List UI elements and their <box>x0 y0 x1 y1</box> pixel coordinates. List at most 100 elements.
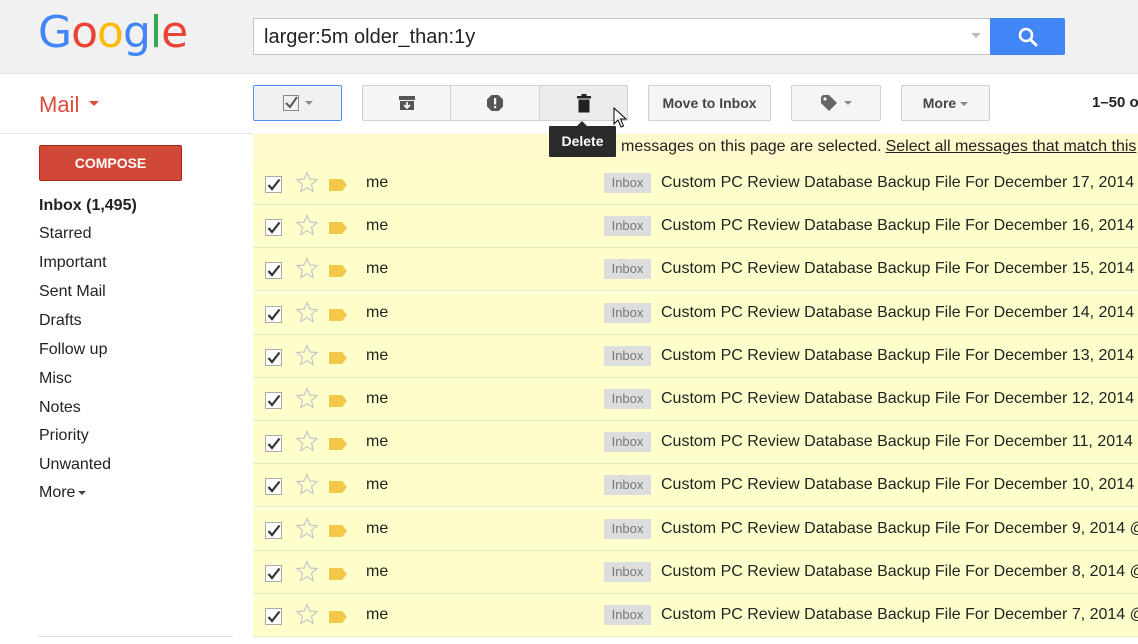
google-logo[interactable]: Google <box>38 8 188 58</box>
table-row[interactable]: me Inbox Custom PC Review Database Backup … <box>253 162 1138 205</box>
mail-caret-icon[interactable] <box>89 101 99 106</box>
row-checkbox[interactable] <box>265 219 282 236</box>
star-icon[interactable] <box>296 344 318 366</box>
star-icon[interactable] <box>296 387 318 409</box>
table-row[interactable]: me Inbox Custom PC Review Database Backup … <box>253 292 1138 335</box>
move-to-inbox-button[interactable]: Move to Inbox <box>648 85 771 121</box>
chevron-down-icon <box>844 101 852 105</box>
label-badge[interactable]: Inbox <box>604 173 651 193</box>
table-row[interactable]: me Inbox Custom PC Review Database Backup … <box>253 335 1138 378</box>
importance-marker-icon[interactable] <box>329 179 347 191</box>
row-checkbox[interactable] <box>265 306 282 323</box>
sidebar-item-starred[interactable]: Starred <box>39 225 91 243</box>
more-actions-label: More <box>922 95 957 111</box>
table-row[interactable]: me Inbox Custom PC Review Database Backup … <box>253 551 1138 594</box>
sidebar-item-notes[interactable]: Notes <box>39 399 81 417</box>
star-icon[interactable] <box>296 603 318 625</box>
label-badge[interactable]: Inbox <box>604 519 651 539</box>
importance-marker-icon[interactable] <box>329 352 347 364</box>
search-options-caret-icon[interactable] <box>971 33 981 38</box>
sidebar-item-priority[interactable]: Priority <box>39 427 89 445</box>
select-all-matching-link[interactable]: Select all messages that match this <box>886 138 1137 155</box>
importance-marker-icon[interactable] <box>329 395 347 407</box>
row-checkbox[interactable] <box>265 608 282 625</box>
star-icon[interactable] <box>296 517 318 539</box>
importance-marker-icon[interactable] <box>329 265 347 277</box>
delete-tooltip: Delete <box>549 121 616 157</box>
archive-button[interactable] <box>362 85 451 121</box>
sidebar-item-sent-mail[interactable]: Sent Mail <box>39 283 106 301</box>
label-badge[interactable]: Inbox <box>604 259 651 279</box>
star-icon[interactable] <box>296 473 318 495</box>
row-checkbox[interactable] <box>265 392 282 409</box>
table-row[interactable]: me Inbox Custom PC Review Database Backup … <box>253 421 1138 464</box>
sidebar-item-inbox[interactable]: Inbox (1,495) <box>39 197 137 215</box>
checkmark-icon <box>267 480 281 493</box>
label-badge[interactable]: Inbox <box>604 475 651 495</box>
importance-marker-icon[interactable] <box>329 438 347 450</box>
compose-button[interactable]: COMPOSE <box>39 145 182 181</box>
select-all-button[interactable] <box>253 85 342 121</box>
pagination-range[interactable]: 1–50 o <box>1092 94 1138 111</box>
star-icon[interactable] <box>296 257 318 279</box>
divider <box>0 133 253 134</box>
sidebar-item-misc[interactable]: Misc <box>39 370 72 388</box>
table-row[interactable]: me Inbox Custom PC Review Database Backup … <box>253 248 1138 291</box>
more-actions-button[interactable]: More <box>901 85 990 121</box>
importance-marker-icon[interactable] <box>329 481 347 493</box>
table-row[interactable]: me Inbox Custom PC Review Database Backup … <box>253 594 1138 637</box>
labels-button[interactable] <box>791 85 881 121</box>
sidebar-more-label: More <box>39 484 76 501</box>
row-checkbox[interactable] <box>265 478 282 495</box>
sender-name: me <box>366 476 389 493</box>
message-subject: Custom PC Review Database Backup File Fo… <box>661 433 1133 450</box>
message-subject: Custom PC Review Database Backup File Fo… <box>661 390 1135 407</box>
label-badge[interactable]: Inbox <box>604 605 651 625</box>
table-row[interactable]: me Inbox Custom PC Review Database Backup … <box>253 378 1138 421</box>
importance-marker-icon[interactable] <box>329 611 347 623</box>
star-icon[interactable] <box>296 560 318 582</box>
search-input[interactable]: larger:5m older_than:1y <box>253 18 991 55</box>
label-badge[interactable]: Inbox <box>604 346 651 366</box>
star-icon[interactable] <box>296 214 318 236</box>
label-badge[interactable]: Inbox <box>604 389 651 409</box>
label-badge[interactable]: Inbox <box>604 432 651 452</box>
table-row[interactable]: me Inbox Custom PC Review Database Backup … <box>253 205 1138 248</box>
sender-name: me <box>366 390 389 407</box>
sidebar-item-follow-up[interactable]: Follow up <box>39 341 107 359</box>
star-icon[interactable] <box>296 301 318 323</box>
row-checkbox[interactable] <box>265 349 282 366</box>
star-icon[interactable] <box>296 171 318 193</box>
divider <box>38 636 233 637</box>
sidebar-item-important[interactable]: Important <box>39 254 107 272</box>
label-badge[interactable]: Inbox <box>604 303 651 323</box>
row-checkbox[interactable] <box>265 565 282 582</box>
table-row[interactable]: me Inbox Custom PC Review Database Backup … <box>253 508 1138 551</box>
sender-name: me <box>366 520 389 537</box>
sender-name: me <box>366 606 389 623</box>
row-checkbox[interactable] <box>265 176 282 193</box>
row-checkbox[interactable] <box>265 262 282 279</box>
importance-marker-icon[interactable] <box>329 525 347 537</box>
sidebar-item-unwanted[interactable]: Unwanted <box>39 456 111 474</box>
table-row[interactable]: me Inbox Custom PC Review Database Backup … <box>253 464 1138 507</box>
star-icon[interactable] <box>296 430 318 452</box>
row-checkbox[interactable] <box>265 435 282 452</box>
importance-marker-icon[interactable] <box>329 568 347 580</box>
sender-name: me <box>366 217 389 234</box>
label-badge[interactable]: Inbox <box>604 216 651 236</box>
sidebar-item-more[interactable]: More <box>39 484 87 502</box>
selection-status-text: messages on this page are selected. <box>621 138 882 155</box>
row-checkbox[interactable] <box>265 522 282 539</box>
importance-marker-icon[interactable] <box>329 309 347 321</box>
search-button[interactable] <box>990 18 1065 55</box>
mail-app-switcher[interactable]: Mail <box>39 92 79 118</box>
sender-name: me <box>366 304 389 321</box>
checkmark-icon <box>267 351 281 364</box>
report-spam-button[interactable] <box>450 85 540 121</box>
importance-marker-icon[interactable] <box>329 222 347 234</box>
label-badge[interactable]: Inbox <box>604 562 651 582</box>
checkmark-icon <box>267 264 281 277</box>
checkmark-icon <box>267 567 281 580</box>
sidebar-item-drafts[interactable]: Drafts <box>39 312 82 330</box>
